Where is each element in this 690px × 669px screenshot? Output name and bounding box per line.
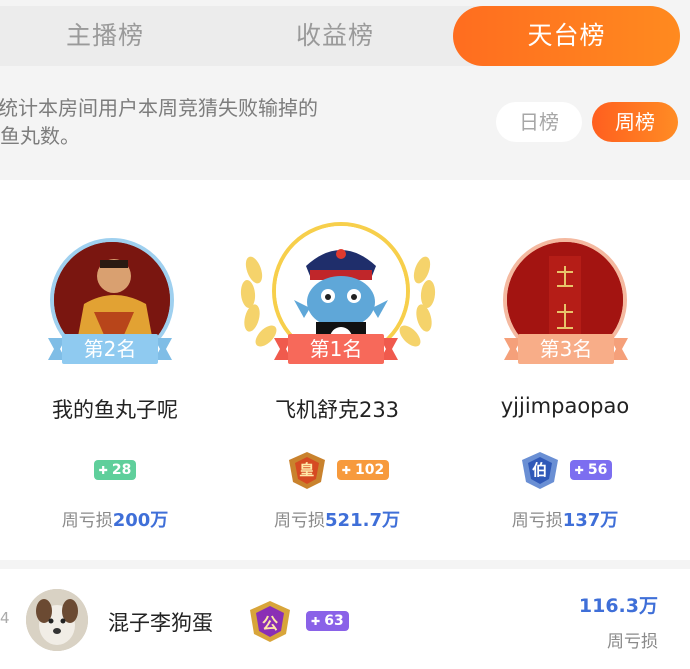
username[interactable]: 飞机舒克233 [222, 394, 452, 424]
loss-label: 周亏损 [511, 511, 563, 531]
user-badges: ✚ 28 [0, 452, 230, 488]
loss-label: 周亏损 [607, 632, 658, 652]
description-line-2: 鱼丸数。 [0, 124, 80, 148]
loss-label: 周亏损 [274, 511, 326, 531]
level-icon: ✚ [311, 614, 321, 628]
top-three-podium: 第2名 我的鱼丸子呢 ✚ 28 周亏损200万 第1名 飞机舒克233 皇 ✚ … [0, 180, 690, 560]
description-line-1: 统计本房间用户本周竞猜失败输掉的 [0, 96, 318, 120]
loss-value: 200万 [112, 510, 169, 531]
badge-character: 伯 [532, 461, 548, 479]
level-value: 63 [324, 613, 344, 629]
level-badge: ✚ 63 [306, 611, 349, 631]
ranking-description: 统计本房间用户本周竞猜失败输掉的 鱼丸数。 [0, 94, 380, 150]
tab-earnings-ranking[interactable]: 收益榜 [250, 6, 420, 66]
podium-first-place[interactable]: 第1名 飞机舒克233 皇 ✚ 102 周亏损521.7万 [222, 180, 452, 560]
level-value: 102 [354, 462, 385, 478]
rank-ribbon: 第3名 [504, 334, 628, 364]
user-badges: 皇 ✚ 102 [222, 450, 452, 490]
count-badge-icon: 伯 [518, 450, 562, 490]
loss-value: 521.7万 [325, 510, 400, 531]
username[interactable]: yjjimpaopao [450, 394, 680, 418]
podium-second-place[interactable]: 第2名 我的鱼丸子呢 ✚ 28 周亏损200万 [0, 180, 230, 560]
list-item[interactable]: 4 混子李狗蛋 公 ✚ 63 116.3万 周亏损 [0, 569, 690, 669]
rank-ribbon: 第2名 [48, 334, 172, 364]
duke-badge-icon: 公 [246, 599, 294, 643]
leaderboard-tab-bar: 主播榜 收益榜 天台榜 [0, 6, 680, 66]
loss-value: 137万 [562, 510, 619, 531]
weekly-loss: 周亏损137万 [450, 506, 680, 532]
tab-anchor-ranking[interactable]: 主播榜 [20, 6, 190, 66]
level-badge: ✚ 56 [569, 460, 613, 480]
rank-label: 第2名 [83, 337, 137, 361]
level-value: 28 [111, 462, 132, 478]
username[interactable]: 我的鱼丸子呢 [0, 394, 230, 424]
badge-character: 皇 [299, 461, 315, 479]
rank-index: 4 [0, 609, 10, 627]
podium-third-place[interactable]: 第3名 yjjimpaopao 伯 ✚ 56 周亏损137万 [450, 180, 680, 560]
avatar[interactable] [26, 589, 88, 651]
emperor-badge-icon: 皇 [285, 450, 329, 490]
rank-label: 第3名 [539, 337, 593, 361]
loss-label: 周亏损 [61, 511, 113, 531]
weekly-range-button[interactable]: 周榜 [592, 102, 678, 142]
level-icon: ✚ [574, 463, 584, 477]
user-badges: 伯 ✚ 56 [450, 450, 680, 490]
tab-rooftop-ranking[interactable]: 天台榜 [453, 6, 680, 66]
daily-range-button[interactable]: 日榜 [496, 102, 582, 142]
level-icon: ✚ [341, 463, 351, 477]
rank-label: 第1名 [309, 337, 363, 361]
username[interactable]: 混子李狗蛋 [108, 607, 213, 637]
weekly-loss: 周亏损200万 [0, 506, 230, 532]
badge-character: 公 [261, 614, 278, 633]
level-badge: ✚ 102 [336, 460, 390, 480]
user-badges: 公 ✚ 63 [246, 599, 349, 643]
weekly-loss: 周亏损521.7万 [222, 506, 452, 532]
level-icon: ✚ [98, 463, 108, 477]
level-value: 56 [587, 462, 608, 478]
rank-ribbon: 第1名 [274, 334, 398, 364]
level-badge: ✚ 28 [93, 460, 137, 480]
loss-amount: 116.3万 [578, 595, 658, 617]
